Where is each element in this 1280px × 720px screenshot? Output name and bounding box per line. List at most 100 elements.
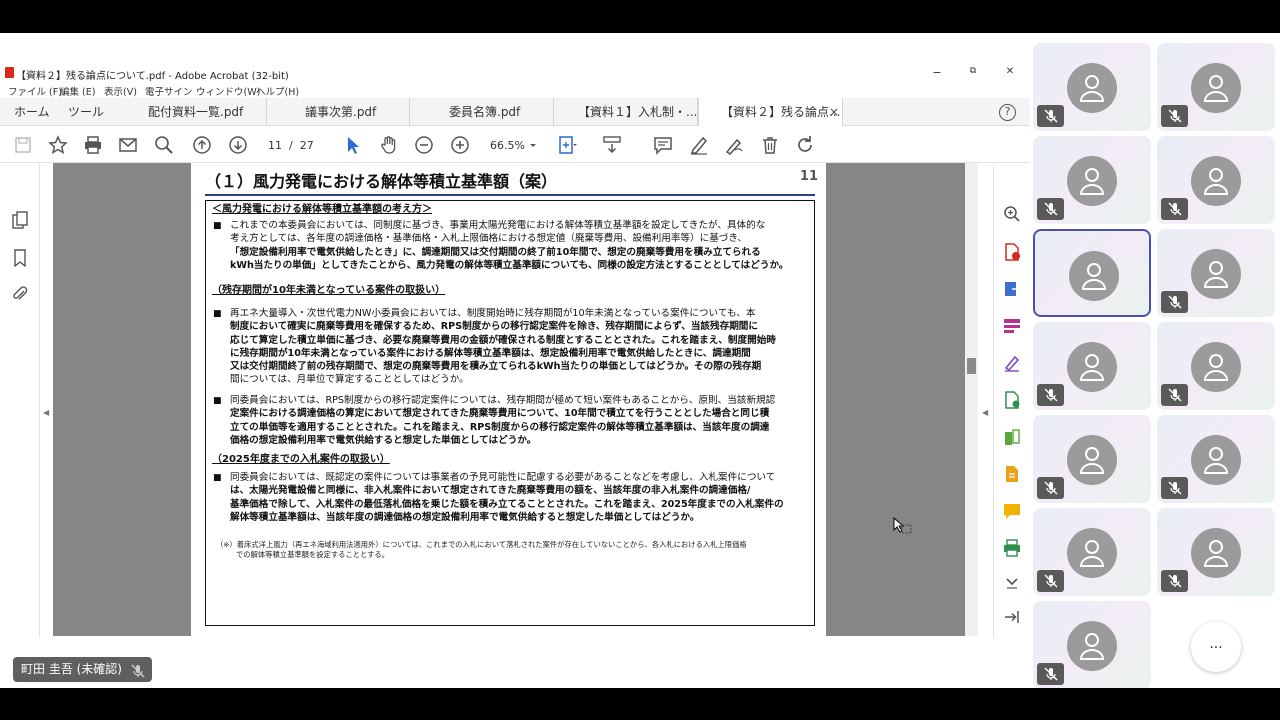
- footnote: （※）着床式洋上風力（再エネ海域利用法適用外）については、これまでの入札において…: [216, 540, 747, 559]
- avatar-icon: [1067, 621, 1117, 671]
- star-icon[interactable]: [48, 135, 68, 155]
- highlight-pen-icon[interactable]: [689, 135, 709, 155]
- title-underline: [205, 194, 815, 196]
- paragraph-3: 同委員会においては、RPS制度からの移行認定案件については、残存期間が極めて短い…: [230, 395, 776, 446]
- more-tools-chevron-icon[interactable]: [1003, 573, 1021, 591]
- avatar-icon: [1191, 249, 1241, 299]
- zoom-level[interactable]: 66.5%: [490, 139, 525, 152]
- participant-tile[interactable]: [1157, 508, 1275, 596]
- paragraph-4: 同委員会においては、既認定の案件については事業者の予見可能性に配慮する必要がある…: [230, 472, 784, 523]
- section-heading-auction-cases: （2025年度までの入札案件の取扱い）: [212, 454, 390, 465]
- close-tab-icon[interactable]: ×: [829, 98, 839, 126]
- tab-document-agenda[interactable]: 議事次第.pdf: [267, 98, 410, 126]
- slide-page-number: 11: [799, 169, 818, 184]
- restore-button[interactable]: ⧉: [965, 66, 981, 76]
- participant-tile[interactable]: [1157, 415, 1275, 503]
- bookmarks-icon[interactable]: [11, 249, 29, 268]
- close-window-button[interactable]: ✕: [1002, 66, 1018, 77]
- participant-tile[interactable]: [1157, 229, 1275, 317]
- muted-mic-icon: [1161, 570, 1188, 592]
- print-production-icon[interactable]: [1003, 539, 1021, 557]
- collapse-right-panel-icon[interactable]: ◀: [982, 408, 988, 417]
- avatar-icon: [1191, 63, 1241, 113]
- content-box: ＜風力発電における解体等積立基準額の考え方＞ ■ これまでの本委員会においては、…: [205, 200, 815, 626]
- muted-mic-icon: [1037, 663, 1064, 685]
- tab-document-list[interactable]: 配付資料一覧.pdf: [122, 98, 267, 126]
- muted-mic-icon: [1037, 384, 1064, 406]
- zoom-dropdown-chevron-icon[interactable]: [528, 135, 538, 155]
- tab-document-members[interactable]: 委員名簿.pdf: [410, 98, 554, 126]
- participant-tile[interactable]: [1033, 508, 1151, 596]
- tab-home[interactable]: ホーム: [14, 98, 50, 126]
- avatar-icon: [1067, 528, 1117, 578]
- minimize-button[interactable]: −: [929, 66, 945, 79]
- scan-ocr-icon[interactable]: [1003, 465, 1021, 483]
- participant-tile[interactable]: [1033, 43, 1151, 131]
- participant-tile[interactable]: [1033, 136, 1151, 224]
- rotate-icon[interactable]: [795, 135, 815, 155]
- menu-view[interactable]: 表示(V): [104, 84, 137, 98]
- compare-files-icon[interactable]: [1003, 429, 1021, 447]
- muted-mic-icon: [1161, 477, 1188, 499]
- help-icon[interactable]: ?: [999, 104, 1016, 121]
- muted-mic-icon: [131, 662, 145, 687]
- create-pdf-icon[interactable]: [1003, 243, 1021, 261]
- participant-tile[interactable]: [1033, 415, 1151, 503]
- page-indicator[interactable]: 11 / 27: [268, 139, 314, 152]
- fit-page-icon[interactable]: [557, 135, 577, 155]
- zoom-out-icon[interactable]: [414, 135, 434, 155]
- scrollbar-thumb[interactable]: [967, 358, 976, 374]
- tab-tools[interactable]: ツール: [68, 98, 104, 126]
- participant-tile[interactable]: [1033, 229, 1151, 317]
- avatar-icon: [1191, 435, 1241, 485]
- participant-tile[interactable]: [1033, 601, 1151, 689]
- page-thumbnails-icon[interactable]: [11, 211, 29, 229]
- avatar-icon: [1069, 251, 1119, 301]
- document-viewer[interactable]: （１）風力発電における解体等積立基準額（案） 11 ＜風力発電における解体等積立…: [53, 163, 965, 636]
- current-page-input[interactable]: 11: [268, 139, 282, 152]
- collapse-tools-icon[interactable]: [1003, 608, 1021, 626]
- zoom-in-icon[interactable]: [450, 135, 470, 155]
- print-icon[interactable]: [83, 135, 103, 155]
- zoom-tool-icon[interactable]: [1003, 205, 1021, 223]
- vertical-scrollbar[interactable]: [965, 163, 978, 636]
- bullet-marker: ■: [213, 221, 222, 231]
- add-comment-icon[interactable]: [1003, 502, 1021, 520]
- scroll-mode-icon[interactable]: [602, 135, 622, 155]
- participant-tile[interactable]: [1157, 136, 1275, 224]
- comment-icon[interactable]: [653, 135, 673, 155]
- page-down-icon[interactable]: [228, 135, 248, 155]
- fill-sign-icon[interactable]: [1003, 354, 1021, 372]
- organize-pages-icon[interactable]: [1003, 317, 1021, 335]
- draw-sign-icon[interactable]: [724, 135, 744, 155]
- collapse-left-panel-icon[interactable]: ◀: [43, 408, 49, 417]
- export-pdf-icon[interactable]: [1003, 280, 1022, 298]
- meeting-bottom-bar: [0, 688, 1280, 720]
- participant-tile[interactable]: [1157, 322, 1275, 410]
- menu-edit[interactable]: 編集 (E): [60, 84, 95, 98]
- acrobat-app-icon: [5, 67, 14, 78]
- menu-file[interactable]: ファイル (F): [8, 84, 62, 98]
- hand-tool-icon[interactable]: [379, 135, 399, 155]
- participant-tile[interactable]: [1033, 322, 1151, 410]
- paragraph-2: 再エネ大量導入・次世代電力NW小委員会においては、制度開始時に残存期間が10年未…: [230, 308, 776, 386]
- select-cursor-icon[interactable]: [343, 135, 363, 155]
- page-up-icon[interactable]: [192, 135, 212, 155]
- save-icon[interactable]: [13, 135, 33, 155]
- avatar-icon: [1067, 63, 1117, 113]
- menu-window[interactable]: ウィンドウ(W): [196, 84, 260, 98]
- attachments-icon[interactable]: [11, 285, 29, 303]
- more-participants-button[interactable]: ...: [1191, 622, 1241, 672]
- presenter-name: 町田 圭吾 (未確認): [21, 662, 122, 676]
- email-icon[interactable]: [118, 135, 138, 155]
- tab-document-material2[interactable]: 【資料２】残る論点...: [698, 98, 843, 126]
- avatar-icon: [1191, 156, 1241, 206]
- muted-mic-icon: [1037, 477, 1064, 499]
- menu-help[interactable]: ヘルプ(H): [256, 84, 299, 98]
- edit-pdf-icon[interactable]: [1003, 391, 1021, 409]
- menu-esign[interactable]: 電子サイン: [145, 84, 193, 98]
- search-icon[interactable]: [154, 135, 174, 155]
- delete-icon[interactable]: [760, 135, 780, 155]
- participant-tile[interactable]: [1157, 43, 1275, 131]
- tab-document-material1[interactable]: 【資料１】入札制・...: [554, 98, 698, 126]
